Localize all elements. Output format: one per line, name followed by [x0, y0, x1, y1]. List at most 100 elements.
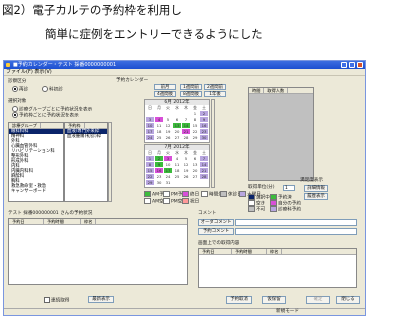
day-cell[interactable]: 3 [146, 117, 154, 122]
reservation-status-table[interactable]: 予約日 予約時間 枠名 [8, 218, 188, 285]
day-cell[interactable]: 23 [155, 174, 163, 179]
close-button[interactable]: 閉じる [336, 296, 360, 304]
nav-button-6[interactable]: 1年後 [204, 91, 226, 97]
day-cell[interactable]: 21 [182, 129, 190, 134]
day-cell[interactable]: 15 [191, 123, 199, 128]
day-cell[interactable]: 17 [146, 129, 154, 134]
group-list[interactable]: 診療グループ 眼科科科 精神科 外科 心臓血管外科 リハビリテーション科 整形外科 形成外科… [8, 122, 64, 202]
group-row[interactable]: キャンサーボード [9, 189, 63, 194]
time-slot-list[interactable]: 時間 取得人数 [248, 87, 314, 181]
day-cell[interactable]: 15 [146, 168, 154, 173]
day-cell[interactable]: 21 [200, 168, 208, 173]
day-cell[interactable]: 28 [200, 174, 208, 179]
day-cell[interactable]: 23 [200, 129, 208, 134]
menu-bar[interactable]: ファイル(F) 表示(V) [4, 69, 365, 76]
day-cell[interactable]: 6 [191, 156, 199, 161]
frame-unit-select[interactable]: 1 [283, 185, 295, 191]
frame-list[interactable]: 予約枠 血液/専門外来枠 血液腫瘍(初診)枠 [64, 122, 108, 202]
day-cell[interactable]: 22 [146, 174, 154, 179]
minimize-button[interactable] [341, 62, 347, 68]
day-cell[interactable]: 7 [200, 156, 208, 161]
day-cell[interactable]: 25 [155, 135, 163, 140]
nav-button-5[interactable]: 8週間後 [180, 91, 202, 97]
day-cell[interactable]: 10 [146, 123, 154, 128]
day-cell[interactable]: 12 [182, 162, 190, 167]
day-cell[interactable]: 17 [164, 168, 172, 173]
refresh-button[interactable]: 最新表示 [88, 296, 114, 303]
nav-button-4[interactable]: 4週間後 [154, 91, 176, 97]
maximize-button[interactable] [349, 62, 355, 68]
day-cell[interactable]: 16 [200, 123, 208, 128]
day-cell[interactable]: 27 [173, 135, 181, 140]
day-cell[interactable]: 16 [155, 168, 163, 173]
day-cell[interactable]: 20 [191, 168, 199, 173]
day-cell[interactable]: 4 [173, 156, 181, 161]
day-cell[interactable]: 10 [164, 162, 172, 167]
day-cell[interactable]: 31 [164, 180, 172, 185]
day-cell[interactable]: 18 [155, 129, 163, 134]
day-cell[interactable]: 25 [173, 174, 181, 179]
cancel-reservation-button[interactable]: 予約取消 [226, 296, 252, 304]
legend-swatch [163, 191, 170, 197]
nav-button-2[interactable]: 1週間前 [180, 84, 202, 90]
calendar-june[interactable]: 6月 2012年 日月火水木金土 1 2 3 4 5 6 7 8 9 10 11 12 13 14 15 16 1… [144, 99, 210, 143]
radio-saishin[interactable]: 再診 [12, 86, 28, 94]
day-cell[interactable]: 26 [164, 135, 172, 140]
day-cell[interactable]: 7 [182, 117, 190, 122]
hold-button[interactable]: 仮保留 [262, 296, 286, 304]
continuous-checkbox[interactable]: 連続取得 [44, 297, 69, 305]
day-cell[interactable]: 29 [191, 135, 199, 140]
confirm-button[interactable]: 確定 [306, 296, 330, 304]
day-cell[interactable]: 13 [191, 162, 199, 167]
radio-kasoku[interactable]: 科初診 [42, 86, 63, 94]
day-cell[interactable]: 1 [146, 156, 154, 161]
order-comment-button[interactable]: オーダコメント [198, 219, 234, 226]
frame-row[interactable]: 血液腫瘍(初診)枠 [65, 134, 107, 139]
history-button[interactable]: 履歴表示 [304, 193, 328, 200]
order-comment-field[interactable] [235, 219, 357, 226]
day-cell[interactable]: 8 [146, 162, 154, 167]
day-cell[interactable]: 8 [191, 117, 199, 122]
day-cell[interactable]: 29 [146, 180, 154, 185]
day-cell[interactable]: 30 [200, 135, 208, 140]
yoyaku-comment-button[interactable]: 予約コメント [198, 228, 234, 235]
day-cell[interactable]: 20 [173, 129, 181, 134]
day-cell[interactable]: 2 [155, 156, 163, 161]
day-cell[interactable]: 24 [146, 135, 154, 140]
day-cell[interactable]: 2 [200, 111, 208, 116]
list-scrollbar[interactable] [108, 122, 112, 202]
calendar-july[interactable]: 7月 2012年 日月火水木金土 1 2 3 4 5 6 7 8 9 10 11 12 13 14 15 16 1… [144, 144, 210, 188]
detail-info-button[interactable]: 詳細情報 [304, 185, 328, 192]
day-cell[interactable]: 4 [155, 117, 163, 122]
nav-button-1[interactable]: 前月 [154, 84, 176, 90]
day-cell[interactable]: 9 [155, 162, 163, 167]
day-cell[interactable]: 19 [182, 168, 190, 173]
opt-frame-dot [12, 112, 18, 118]
opt-frame[interactable]: 予約枠ごとに予約状況を表示 [12, 112, 79, 120]
day-cell[interactable]: 26 [182, 174, 190, 179]
calendar-scrollbar[interactable] [211, 99, 215, 188]
day-cell[interactable]: 24 [164, 174, 172, 179]
day-cell[interactable]: 3 [164, 156, 172, 161]
day-cell[interactable]: 11 [173, 162, 181, 167]
day-cell[interactable]: 22 [191, 129, 199, 134]
day-cell[interactable]: 30 [155, 180, 163, 185]
day-cell[interactable]: 6 [173, 117, 181, 122]
day-cell[interactable]: 14 [182, 123, 190, 128]
day-cell[interactable]: 1 [191, 111, 199, 116]
day-cell[interactable]: 12 [164, 123, 172, 128]
day-cell[interactable]: 9 [200, 117, 208, 122]
day-cell[interactable]: 5 [164, 117, 172, 122]
yoyaku-comment-field[interactable] [235, 228, 357, 235]
day-cell[interactable]: 18 [173, 168, 181, 173]
day-cell[interactable]: 19 [164, 129, 172, 134]
day-cell[interactable]: 5 [182, 156, 190, 161]
nav-button-3[interactable]: 2週間前 [204, 84, 226, 90]
day-cell[interactable]: 27 [191, 174, 199, 179]
day-cell[interactable]: 13 [173, 123, 181, 128]
close-window-button[interactable] [357, 62, 363, 68]
day-cell[interactable]: 28 [182, 135, 190, 140]
day-cell[interactable]: 14 [200, 162, 208, 167]
acquired-table[interactable]: 予約日 予約時間 枠名 [198, 248, 357, 288]
day-cell[interactable]: 11 [155, 123, 163, 128]
